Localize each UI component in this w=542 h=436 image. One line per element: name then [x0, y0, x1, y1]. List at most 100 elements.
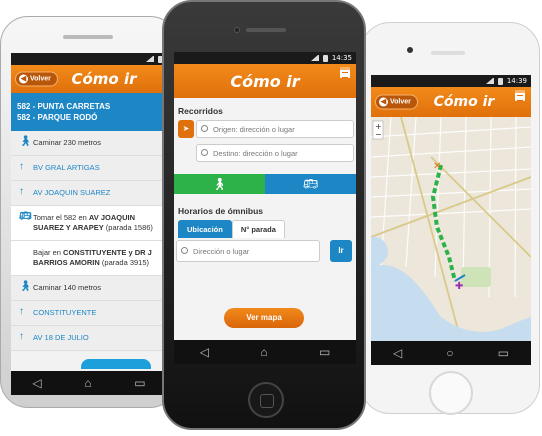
- svg-text:✕: ✕: [433, 161, 441, 172]
- go-button[interactable]: Ir: [330, 240, 352, 262]
- center-speaker: [246, 28, 286, 32]
- front-camera: [407, 47, 413, 53]
- step-text: Caminar 230 metros: [33, 138, 101, 147]
- search-icon: [181, 247, 188, 254]
- bus-stop-number: (parada 1586): [103, 223, 153, 232]
- center-status-bar: 14:35: [174, 52, 356, 64]
- step-walk-2: 🚶︎ Caminar 140 metros: [11, 276, 167, 301]
- left-app-bar: ◀ Volver Cómo ir: [11, 65, 167, 93]
- page-title: Cómo ir: [230, 71, 300, 91]
- recents-icon[interactable]: ▭: [498, 346, 509, 360]
- home-button[interactable]: [248, 382, 284, 418]
- bus-step-prefix: Tomar el 582 en: [33, 213, 89, 222]
- street-name: AV 18 DE JULIO: [33, 333, 89, 342]
- tab-ubicacion[interactable]: Ubicación: [178, 220, 232, 238]
- right-status-bar: 14:39: [371, 75, 531, 87]
- right-speaker: [431, 51, 465, 55]
- signal-icon: [485, 78, 494, 84]
- right-nav-bar: ◁ ○ ▭: [371, 341, 531, 365]
- horarios-tabs: Ubicación N° parada: [178, 220, 356, 238]
- back-button-label: Volver: [390, 98, 411, 106]
- signal-icon: [310, 55, 319, 61]
- right-app-bar: ◀ Volver Cómo ir: [371, 87, 531, 117]
- alight-prefix: Bajar en: [33, 248, 64, 257]
- view-map-button[interactable]: Ver mapa: [224, 308, 304, 328]
- step-text: Caminar 140 metros: [33, 283, 101, 292]
- front-camera: [234, 27, 240, 33]
- location-arrow-icon[interactable]: ➤: [178, 120, 194, 138]
- arrow-up-icon: ↑: [19, 306, 24, 317]
- right-screen: 14:39 ◀ Volver Cómo ir ✕ ✚ + − ◁ ○ ▭: [371, 75, 531, 365]
- tab-parada[interactable]: N° parada: [231, 220, 285, 238]
- back-icon[interactable]: ◁: [32, 376, 41, 390]
- back-button-label: Volver: [30, 75, 51, 83]
- recents-icon[interactable]: ▭: [134, 376, 145, 390]
- recents-icon[interactable]: ▭: [319, 345, 330, 359]
- svg-text:✚: ✚: [455, 281, 463, 292]
- route-header[interactable]: 582 - PUNTA CARRETAS 582 - PARQUE RODÓ: [11, 93, 167, 131]
- route-line-1: 582 - PUNTA CARRETAS: [17, 102, 111, 111]
- location-row: Dirección o lugar Ir: [174, 238, 356, 268]
- svg-text:−: −: [375, 130, 382, 139]
- walk-icon: 🚶︎: [19, 281, 32, 292]
- street-name: CONSTITUYENTE: [33, 308, 97, 317]
- battery-icon: [497, 77, 503, 85]
- left-nav-bar: ◁ ⌂ ▭: [11, 371, 167, 395]
- home-icon[interactable]: ○: [446, 346, 453, 360]
- map-canvas: ✕ ✚ + −: [371, 117, 531, 341]
- origin-input[interactable]: Origen: dirección o lugar: [196, 120, 354, 138]
- left-status-bar: [11, 53, 167, 65]
- step-street-2: ↑ AV JOAQUIN SUAREZ: [11, 181, 167, 206]
- back-arrow-icon: ◀: [379, 97, 388, 107]
- step-street-4: ↑ AV 18 DE JULIO: [11, 326, 167, 351]
- back-button[interactable]: ◀ Volver: [15, 71, 58, 87]
- clock: 14:35: [331, 54, 352, 62]
- route-map[interactable]: ✕ ✚ + −: [371, 117, 531, 341]
- step-walk-1: 🚶︎ Caminar 230 metros: [11, 131, 167, 156]
- location-placeholder: Dirección o lugar: [193, 246, 250, 256]
- mode-selector: 🚶︎ 🚌︎: [174, 174, 356, 194]
- location-input[interactable]: Dirección o lugar: [176, 240, 320, 262]
- home-icon[interactable]: ⌂: [84, 376, 91, 390]
- center-screen: 14:35 Cómo ir Recorridos ➤ Origen: direc…: [174, 52, 356, 364]
- step-bus: 🚌︎ Tomar el 582 en AV JOAQUIN SUAREZ Y A…: [11, 206, 167, 241]
- walk-icon: 🚶︎: [19, 136, 32, 147]
- bus-mode-button[interactable]: 🚌︎: [265, 174, 356, 194]
- destination-row: Destino: dirección o lugar: [174, 144, 356, 166]
- battery-icon: [322, 54, 328, 62]
- home-icon[interactable]: ⌂: [260, 345, 267, 359]
- alight-stop-number: (parada 3915): [99, 258, 150, 267]
- street-name: AV JOAQUIN SUAREZ: [33, 188, 111, 197]
- origin-row: ➤ Origen: dirección o lugar: [174, 120, 356, 142]
- back-button[interactable]: ◀ Volver: [375, 94, 418, 110]
- left-phone: ◀ Volver Cómo ir 582 - PUNTA CARRETAS 58…: [0, 16, 178, 408]
- clock: 14:39: [506, 77, 527, 85]
- destination-input[interactable]: Destino: dirección o lugar: [196, 144, 354, 162]
- horarios-title: Horarios de ómnibus: [178, 206, 264, 216]
- arrow-up-icon: ↑: [19, 186, 24, 197]
- destination-placeholder: Destino: dirección o lugar: [213, 148, 298, 158]
- page-title: Cómo ir: [433, 94, 495, 110]
- left-screen: ◀ Volver Cómo ir 582 - PUNTA CARRETAS 58…: [11, 53, 167, 395]
- step-alight: Bajar en CONSTITUYENTE y DR J BARRIOS AM…: [11, 241, 167, 276]
- search-icon: [201, 125, 208, 132]
- arrow-up-icon: ↑: [19, 161, 24, 172]
- bus-icon: 🚌︎: [302, 177, 319, 191]
- walk-icon: 🚶︎: [211, 177, 228, 191]
- back-icon[interactable]: ◁: [393, 346, 402, 360]
- center-phone: 14:35 Cómo ir Recorridos ➤ Origen: direc…: [162, 0, 366, 430]
- step-street-1: ↑ BV GRAL ARTIGAS: [11, 156, 167, 181]
- walk-mode-button[interactable]: 🚶︎: [174, 174, 265, 194]
- back-arrow-icon: ◀: [19, 74, 28, 84]
- step-street-3: ↑ CONSTITUYENTE: [11, 301, 167, 326]
- home-button[interactable]: [429, 371, 473, 415]
- street-name: BV GRAL ARTIGAS: [33, 163, 100, 172]
- back-icon[interactable]: ◁: [200, 345, 209, 359]
- recorridos-title: Recorridos: [178, 106, 223, 116]
- left-action-button[interactable]: [81, 359, 151, 369]
- menu-icon[interactable]: [340, 67, 350, 78]
- right-phone: 14:39 ◀ Volver Cómo ir ✕ ✚ + − ◁ ○ ▭: [360, 22, 540, 415]
- bus-icon: 🚌︎: [19, 211, 32, 222]
- menu-icon[interactable]: [515, 90, 525, 101]
- left-speaker: [63, 35, 113, 39]
